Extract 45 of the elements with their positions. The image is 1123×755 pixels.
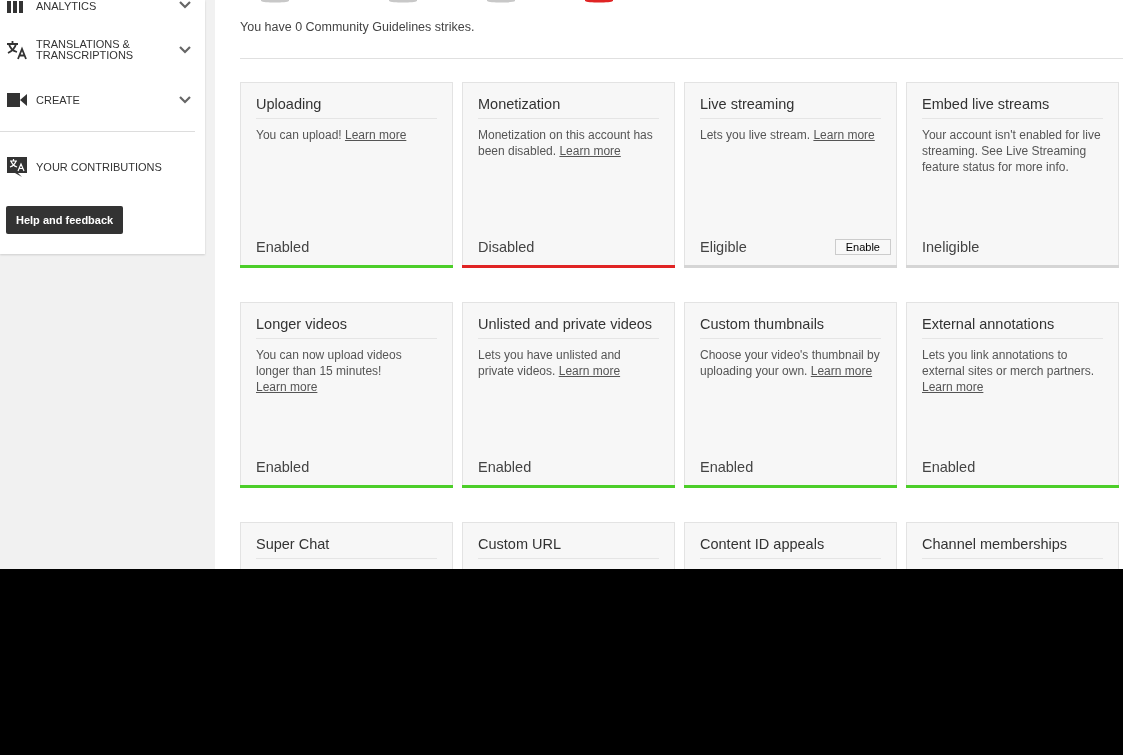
- learn-more-link[interactable]: Learn more: [559, 144, 621, 158]
- card-title: Super Chat: [256, 523, 437, 559]
- sidebar-item[interactable]: TRANSLATIONS & TRANSCRIPTIONS: [0, 25, 205, 75]
- enable-button[interactable]: Enable: [834, 239, 891, 255]
- card-title: Monetization: [478, 83, 659, 119]
- card-title: Longer videos: [256, 303, 437, 339]
- card-description: Your account isn't enabled for live streaming. See Live Streaming feature status for more info.: [922, 127, 1102, 175]
- card-description: Lets you live stream. Learn more: [700, 127, 876, 143]
- learn-more-link[interactable]: Learn more: [813, 128, 875, 142]
- status-label: Disabled: [478, 239, 535, 255]
- card-title: Channel memberships: [922, 523, 1103, 559]
- status-label: Enabled: [478, 459, 532, 475]
- learn-more-link[interactable]: Learn more: [558, 364, 621, 378]
- translate-icon: [6, 40, 28, 60]
- card-description: Choose your video's thumbnail by uploading your own. Learn more: [700, 347, 881, 379]
- sidebar-item[interactable]: YOUR CONTRIBUTIONS: [0, 142, 205, 192]
- card-title: External annotations: [922, 303, 1103, 339]
- sidebar-item[interactable]: CREATE: [0, 75, 205, 125]
- status-label: Ineligible: [922, 239, 980, 255]
- card-title: Embed live streams: [922, 83, 1103, 119]
- learn-more-link[interactable]: Learn more: [810, 364, 873, 378]
- card-title: Custom thumbnails: [700, 303, 881, 339]
- status-label: Enabled: [256, 459, 310, 475]
- learn-more-link[interactable]: Learn more: [256, 380, 318, 394]
- card-title: Uploading: [256, 83, 437, 119]
- card-title: Content ID appeals: [700, 523, 881, 559]
- card-description: Monetization on this account has been disabled. Learn more: [478, 127, 654, 159]
- help-button[interactable]: Help and feedback: [6, 206, 124, 234]
- card-description: You can upload! Learn more: [256, 127, 408, 143]
- status-label: Enabled: [922, 459, 976, 475]
- sidebar-item[interactable]: ANALYTICS: [0, 0, 205, 25]
- card-title: Live streaming: [700, 83, 881, 119]
- strikes-text: You have 0 Community Guidelines strikes.: [240, 20, 476, 34]
- learn-more-link[interactable]: Learn more: [922, 380, 984, 394]
- status-label: Enabled: [700, 459, 754, 475]
- translate-speech-icon: [6, 156, 28, 178]
- card-description: Lets you have unlisted and private videos. Learn more: [478, 347, 622, 379]
- card-title: Unlisted and private videos: [478, 303, 659, 339]
- card-description: You can now upload videos longer than 15 minutes! Learn more: [256, 347, 403, 395]
- card-title: Custom URL: [478, 523, 659, 559]
- card-description: Lets you link annotations to external sites or merch partners. Learn more: [922, 347, 1096, 395]
- status-label: Eligible: [700, 239, 747, 255]
- status-label: Enabled: [256, 239, 310, 255]
- learn-more-link[interactable]: Learn more: [344, 128, 407, 142]
- video-camera-icon: [6, 92, 28, 108]
